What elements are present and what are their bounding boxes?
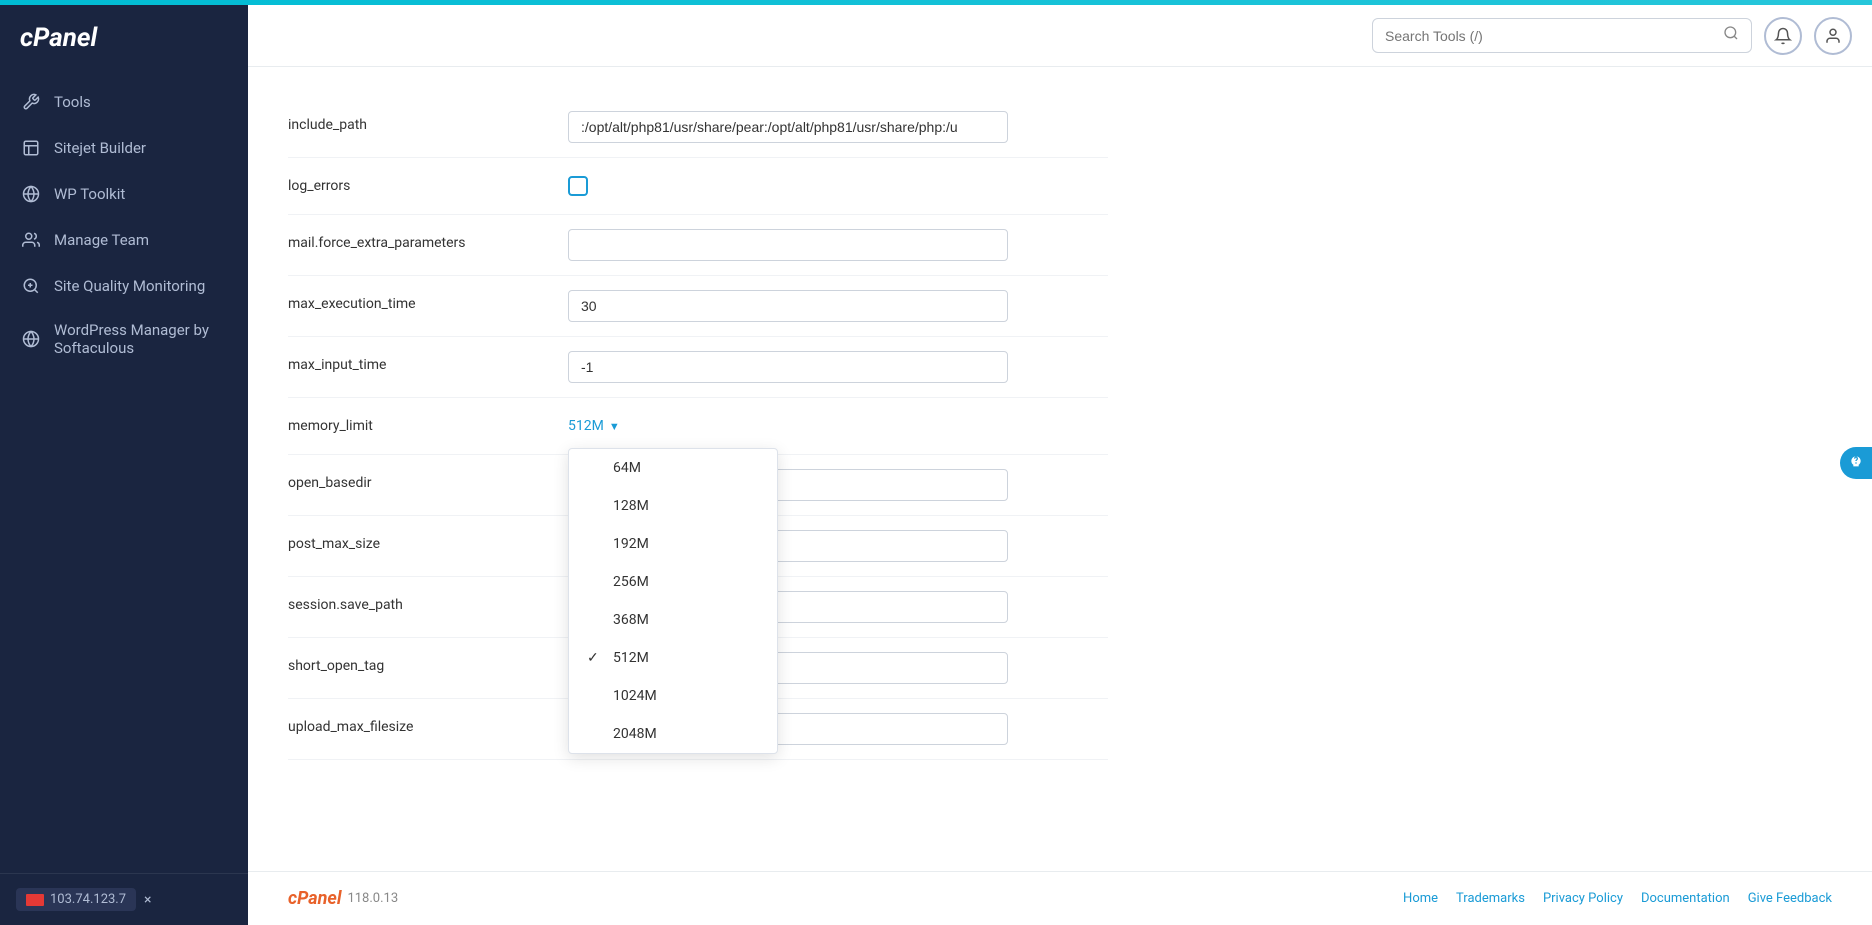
memory-limit-dropdown[interactable]: 512M ▼ [568,412,620,440]
header [248,5,1872,67]
php-settings-form: include_path log_errors mail.force_extra… [288,97,1108,760]
memory-option-368m-label: 368M [613,612,759,628]
label-short-open-tag: short_open_tag [288,652,548,674]
ip-badge[interactable]: 103.74.123.7 [16,888,136,911]
footer-version: 118.0.13 [347,891,398,906]
notifications-button[interactable] [1764,17,1802,55]
ip-close-button[interactable]: × [144,892,151,908]
sidebar-logo: cPanel [0,5,248,71]
input-wrap-memory-limit: 512M ▼ 64M 128M [568,412,1108,440]
label-mail-force: mail.force_extra_parameters [288,229,548,251]
footer-cpanel-logo: cPanel [288,888,341,909]
wordpress-icon [20,183,42,205]
memory-option-192m[interactable]: 192M [569,525,777,563]
label-max-input-time: max_input_time [288,351,548,373]
memory-option-1024m-label: 1024M [613,688,759,704]
flag-icon [26,894,44,906]
label-open-basedir: open_basedir [288,469,548,491]
footer-brand: cPanel 118.0.13 [288,888,398,909]
memory-limit-value: 512M [568,418,604,434]
sidebar-item-wp-toolkit[interactable]: WP Toolkit [0,171,248,217]
sidebar-footer: 103.74.123.7 × [0,873,248,925]
wordpress2-icon [20,328,42,350]
footer-link-docs[interactable]: Documentation [1641,891,1730,906]
sidebar-item-tools-label: Tools [54,93,91,111]
form-row-memory-limit: memory_limit 512M ▼ 64M [288,398,1108,455]
input-wrap-max-input-time [568,351,1108,383]
sidebar-item-wp-toolkit-label: WP Toolkit [54,185,125,203]
ip-address: 103.74.123.7 [50,892,126,907]
memory-option-128m-label: 128M [613,498,759,514]
form-row-mail-force: mail.force_extra_parameters [288,215,1108,276]
sitejet-icon [20,137,42,159]
sidebar: cPanel Tools Sitejet Bui [0,5,248,925]
footer-link-feedback[interactable]: Give Feedback [1748,891,1832,906]
label-session-save-path: session.save_path [288,591,548,613]
sidebar-item-tools[interactable]: Tools [0,79,248,125]
sidebar-item-sitejet-label: Sitejet Builder [54,139,146,157]
input-wrap-max-execution [568,290,1108,322]
sidebar-item-site-quality-label: Site Quality Monitoring [54,277,205,295]
memory-option-512m[interactable]: ✓ 512M [569,639,777,677]
footer-link-privacy[interactable]: Privacy Policy [1543,891,1623,906]
input-wrap-log-errors [568,172,1108,200]
content-area: include_path log_errors mail.force_extra… [248,67,1872,871]
sidebar-item-sitejet[interactable]: Sitejet Builder [0,125,248,171]
input-wrap-include-path [568,111,1108,143]
memory-option-368m[interactable]: 368M [569,601,777,639]
sidebar-item-site-quality[interactable]: Site Quality Monitoring [0,263,248,309]
wrench-icon [20,91,42,113]
search-quality-icon [20,275,42,297]
memory-option-64m[interactable]: 64M [569,449,777,487]
footer-link-trademarks[interactable]: Trademarks [1456,891,1525,906]
check-icon-512m: ✓ [587,650,603,666]
sidebar-navigation: Tools Sitejet Builder [0,71,248,377]
memory-limit-menu: 64M 128M 192M [568,448,778,754]
memory-option-1024m[interactable]: 1024M [569,677,777,715]
form-row-max-input-time: max_input_time [288,337,1108,398]
memory-option-512m-label: 512M [613,650,759,666]
label-max-execution: max_execution_time [288,290,548,312]
team-icon [20,229,42,251]
footer-links: Home Trademarks Privacy Policy Documenta… [1403,891,1832,906]
label-memory-limit: memory_limit [288,412,548,434]
main-area: include_path log_errors mail.force_extra… [248,5,1872,925]
input-wrap-mail-force [568,229,1108,261]
sidebar-item-manage-team[interactable]: Manage Team [0,217,248,263]
input-max-execution[interactable] [568,290,1008,322]
sidebar-item-wp-manager[interactable]: WordPress Manager by Softaculous [0,309,248,369]
input-mail-force[interactable] [568,229,1008,261]
label-post-max-size: post_max_size [288,530,548,552]
memory-option-128m[interactable]: 128M [569,487,777,525]
footer-link-home[interactable]: Home [1403,891,1438,906]
input-include-path[interactable] [568,111,1008,143]
dropdown-caret-icon: ▼ [609,420,620,433]
floating-help-widget[interactable] [1840,447,1872,479]
search-input[interactable] [1385,28,1715,44]
sidebar-item-manage-team-label: Manage Team [54,231,149,249]
form-row-max-execution: max_execution_time [288,276,1108,337]
memory-option-64m-label: 64M [613,460,759,476]
label-log-errors: log_errors [288,172,548,194]
page-footer: cPanel 118.0.13 Home Trademarks Privacy … [248,871,1872,925]
form-row-log-errors: log_errors [288,158,1108,215]
label-include-path: include_path [288,111,548,133]
memory-option-2048m[interactable]: 2048M [569,715,777,753]
search-bar[interactable] [1372,18,1752,53]
memory-option-256m[interactable]: 256M [569,563,777,601]
user-account-button[interactable] [1814,17,1852,55]
label-upload-max-filesize: upload_max_filesize [288,713,548,735]
checkbox-log-errors[interactable] [568,176,588,196]
form-row-include-path: include_path [288,97,1108,158]
input-max-input-time[interactable] [568,351,1008,383]
memory-option-2048m-label: 2048M [613,726,759,742]
memory-option-192m-label: 192M [613,536,759,552]
sidebar-item-wp-manager-label: WordPress Manager by Softaculous [54,321,228,357]
search-button[interactable] [1723,25,1739,46]
memory-option-256m-label: 256M [613,574,759,590]
cpanel-logo: cPanel [20,23,97,53]
